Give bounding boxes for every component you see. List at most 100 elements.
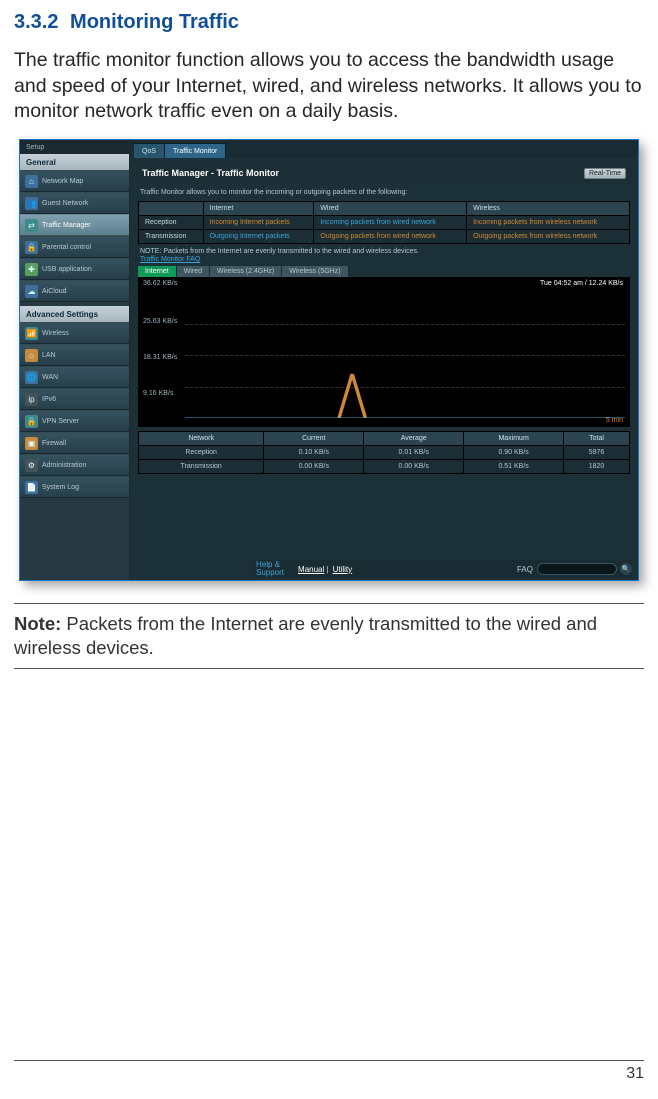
main-panel: QoS Traffic Monitor Traffic Manager - Tr… — [130, 140, 638, 580]
row-label: Transmission — [139, 230, 204, 244]
search-go-button[interactable]: 🔍 — [620, 563, 632, 575]
row-label: Reception — [139, 216, 204, 230]
sidebar-item-label: Network Map — [42, 178, 83, 185]
sidebar-item-label: USB application — [42, 266, 92, 273]
cell-link[interactable]: Outgoing packets from wireless network — [467, 230, 630, 244]
sidebar-item-ipv6[interactable]: ip IPv6 — [20, 388, 129, 410]
cell-value: 5976 — [564, 446, 630, 460]
cell-link[interactable]: Incoming packets from wired network — [314, 216, 467, 230]
sidebar-item-label: VPN Server — [42, 418, 79, 425]
y-axis-label: 9.16 KB/s — [143, 390, 173, 397]
table-row: Transmission 0.00 KB/s 0.00 KB/s 0.51 KB… — [139, 460, 630, 474]
tab-qos[interactable]: QoS — [134, 143, 165, 158]
panel-description: Traffic Monitor allows you to monitor th… — [140, 188, 628, 197]
sidebar-item-aicloud[interactable]: ☁ AiCloud — [20, 280, 129, 302]
y-axis-label: 25.63 KB/s — [143, 318, 177, 325]
chart-tab-wireless-24[interactable]: Wireless (2.4GHz) — [210, 266, 282, 277]
section-paragraph: The traffic monitor function allows you … — [14, 48, 644, 125]
cell-value: 0.00 KB/s — [264, 460, 364, 474]
sidebar-item-label: Guest Network — [42, 200, 88, 207]
y-axis-label: 18.31 KB/s — [143, 354, 177, 361]
divider — [14, 603, 644, 604]
cell-link[interactable]: Outgoing packets from wired network — [314, 230, 467, 244]
manual-link[interactable]: Manual — [298, 565, 324, 574]
realtime-button[interactable]: Real-Time — [584, 168, 626, 179]
cell-link[interactable]: Incoming Internet packets — [203, 216, 314, 230]
cell-value: 0.00 KB/s — [364, 460, 464, 474]
traffic-chart: Tue 04:52 am / 12.24 KB/s 36.62 KB/s 25.… — [138, 277, 630, 427]
vpn-icon: 🔒 — [25, 415, 38, 428]
sidebar-item-label: LAN — [42, 352, 56, 359]
panel-note: NOTE: Packets from the Internet are even… — [140, 248, 628, 255]
sidebar-item-system-log[interactable]: 📄 System Log — [20, 476, 129, 498]
sidebar-heading-advanced: Advanced Settings — [20, 306, 129, 322]
sidebar-item-label: Administration — [42, 462, 86, 469]
help-support-bar: Help & Support Manual| Utility FAQ 🔍 — [252, 560, 632, 578]
help-links: Manual| Utility — [296, 565, 354, 574]
sidebar-setup-button[interactable]: Setup — [20, 140, 129, 154]
sidebar-item-label: Wireless — [42, 330, 69, 337]
parental-control-icon: 🔒 — [25, 241, 38, 254]
ipv6-icon: ip — [25, 393, 38, 406]
sidebar-item-guest-network[interactable]: 👥 Guest Network — [20, 192, 129, 214]
traffic-monitor-faq-link[interactable]: Traffic Monitor FAQ — [140, 256, 628, 263]
table-row: Reception 0.10 KB/s 0.01 KB/s 0.90 KB/s … — [139, 446, 630, 460]
section-title: Monitoring Traffic — [70, 11, 239, 33]
sidebar-item-label: IPv6 — [42, 396, 56, 403]
sidebar-item-usb-application[interactable]: ✚ USB application — [20, 258, 129, 280]
cell-value: 0.51 KB/s — [464, 460, 564, 474]
admin-icon: ⚙ — [25, 459, 38, 472]
sidebar-item-lan[interactable]: ⌂ LAN — [20, 344, 129, 366]
firewall-icon: ▣ — [25, 437, 38, 450]
table-header: Total — [564, 432, 630, 446]
utility-link[interactable]: Utility — [333, 565, 353, 574]
cell-value: 0.90 KB/s — [464, 446, 564, 460]
help-support-label: Help & Support — [252, 561, 284, 577]
cell-link[interactable]: Incoming packets from wireless network — [467, 216, 630, 230]
aicloud-icon: ☁ — [25, 285, 38, 298]
table-row: Transmission Outgoing Internet packets O… — [139, 230, 630, 244]
cell-link[interactable]: Outgoing Internet packets — [203, 230, 314, 244]
chart-tab-wired[interactable]: Wired — [177, 266, 210, 277]
sidebar-item-label: Traffic Manager — [42, 222, 91, 229]
sidebar-item-label: System Log — [42, 484, 79, 491]
sidebar-item-parental-control[interactable]: 🔒 Parental control — [20, 236, 129, 258]
sidebar-item-vpn-server[interactable]: 🔒 VPN Server — [20, 410, 129, 432]
sidebar-item-network-map[interactable]: ⌂ Network Map — [20, 170, 129, 192]
sidebar-item-wan[interactable]: 🌐 WAN — [20, 366, 129, 388]
sidebar-item-traffic-manager[interactable]: ⇄ Traffic Manager — [20, 214, 129, 236]
row-label: Reception — [139, 446, 264, 460]
section-number: 3.3.2 — [14, 11, 58, 33]
chart-xaxis-label: 5 min — [606, 417, 623, 424]
lan-icon: ⌂ — [25, 349, 38, 362]
faq-search-input[interactable] — [537, 563, 617, 575]
router-screenshot: Setup General ⌂ Network Map 👥 Guest Netw… — [19, 139, 639, 581]
table-header — [139, 202, 204, 216]
chart-lines — [185, 292, 625, 418]
page-number: 31 — [626, 1065, 644, 1082]
sidebar-item-administration[interactable]: ⚙ Administration — [20, 454, 129, 476]
table-header: Internet — [203, 202, 314, 216]
table-header: Network — [139, 432, 264, 446]
cell-value: 0.10 KB/s — [264, 446, 364, 460]
note-label: Note: — [14, 613, 61, 634]
cell-value: 1820 — [564, 460, 630, 474]
note-text: Packets from the Internet are evenly tra… — [14, 613, 597, 658]
sidebar-item-label: AiCloud — [42, 288, 67, 295]
chart-tab-wireless-5[interactable]: Wireless (5GHz) — [282, 266, 348, 277]
table-header: Wired — [314, 202, 467, 216]
chart-plot-area — [185, 292, 625, 418]
table-header: Wireless — [467, 202, 630, 216]
chart-tab-internet[interactable]: Internet — [138, 266, 177, 277]
sidebar-item-firewall[interactable]: ▣ Firewall — [20, 432, 129, 454]
guest-network-icon: 👥 — [25, 197, 38, 210]
sidebar-item-wireless[interactable]: 📶 Wireless — [20, 322, 129, 344]
chart-timestamp: Tue 04:52 am / 12.24 KB/s — [540, 280, 623, 287]
cell-value: 0.01 KB/s — [364, 446, 464, 460]
tab-traffic-monitor[interactable]: Traffic Monitor — [165, 143, 226, 158]
section-heading: 3.3.2 Monitoring Traffic — [14, 10, 644, 34]
table-header: Current — [264, 432, 364, 446]
sidebar-item-label: Firewall — [42, 440, 66, 447]
sidebar-item-label: WAN — [42, 374, 58, 381]
faq-label: FAQ — [517, 565, 533, 574]
